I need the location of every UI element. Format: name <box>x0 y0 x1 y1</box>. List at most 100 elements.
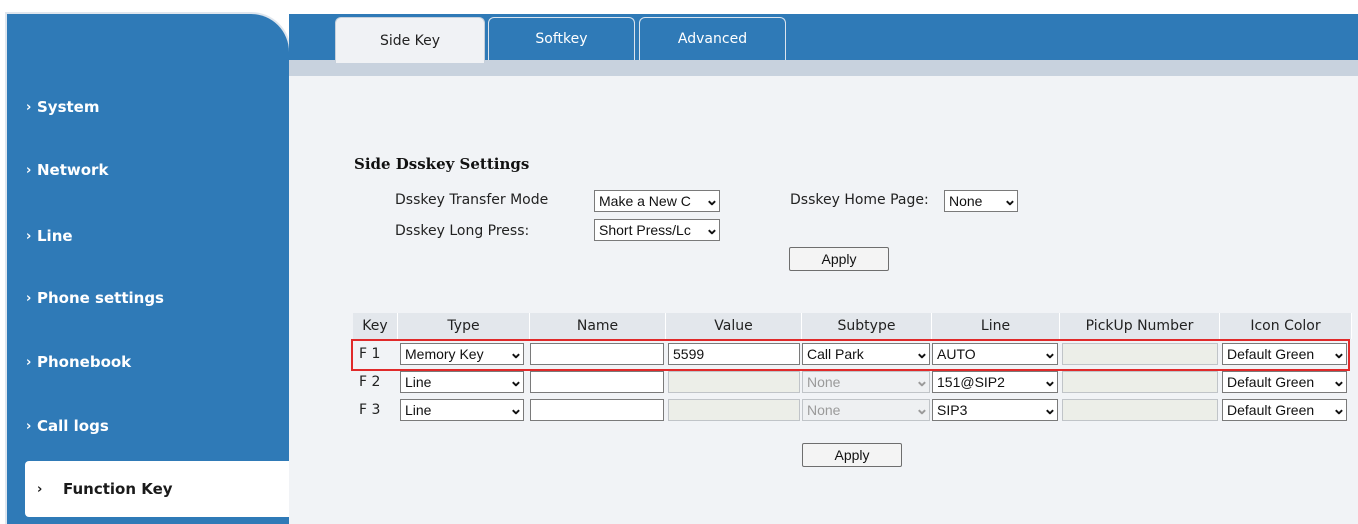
type-value: Line <box>405 374 432 390</box>
tab-softkey[interactable]: Softkey <box>488 17 635 60</box>
chevron-right-icon: › <box>26 418 32 434</box>
home-page-value: None <box>949 193 983 209</box>
header-value: Value <box>666 313 802 339</box>
long-press-label: Dsskey Long Press: <box>395 223 530 239</box>
sidebar-item-label: System <box>37 98 100 116</box>
name-input[interactable] <box>530 371 664 393</box>
chevron-down-icon: ⌄ <box>915 345 929 362</box>
header-key: Key <box>353 313 398 339</box>
chevron-down-icon: ⌄ <box>1003 192 1017 209</box>
type-value: Memory Key <box>405 346 484 362</box>
icon-color-value: Default Green <box>1227 402 1315 418</box>
line-value: AUTO <box>937 346 976 362</box>
line-value: 151@SIP2 <box>937 374 1005 390</box>
home-page-label: Dsskey Home Page: <box>790 192 929 208</box>
key-cell: F 1 <box>359 346 381 362</box>
type-select[interactable]: Line ⌄ <box>400 371 524 393</box>
transfer-mode-label: Dsskey Transfer Mode <box>395 192 549 208</box>
icon-color-select[interactable]: Default Green ⌄ <box>1222 343 1347 365</box>
chevron-down-icon: ⌄ <box>509 373 523 390</box>
section-title: Side Dsskey Settings <box>354 155 530 173</box>
chevron-right-icon: › <box>26 99 32 115</box>
sidebar: › System › Network › Line › Phone settin… <box>7 14 289 524</box>
phone-web-ui: › System › Network › Line › Phone settin… <box>0 0 1358 524</box>
subtype-value: None <box>807 374 841 390</box>
chevron-down-icon: ⌄ <box>915 373 929 390</box>
chevron-down-icon: ⌄ <box>915 401 929 418</box>
sidebar-item-label: Function Key <box>63 480 173 498</box>
type-select[interactable]: Line ⌄ <box>400 399 524 421</box>
settings-apply-button[interactable]: Apply <box>789 247 889 271</box>
header-type: Type <box>398 313 530 339</box>
sidebar-item-label: Line <box>37 227 73 245</box>
pickup-number-input[interactable] <box>1062 371 1218 393</box>
sidebar-item-label: Network <box>37 161 109 179</box>
pickup-number-input[interactable] <box>1062 343 1218 365</box>
transfer-mode-select[interactable]: Make a New C ⌄ <box>594 190 720 212</box>
chevron-down-icon: ⌄ <box>1332 345 1346 362</box>
subtype-select[interactable]: None ⌄ <box>802 371 930 393</box>
line-value: SIP3 <box>937 402 968 418</box>
home-page-select[interactable]: None ⌄ <box>944 190 1018 212</box>
line-select[interactable]: AUTO ⌄ <box>932 343 1058 365</box>
pickup-number-input[interactable] <box>1062 399 1218 421</box>
header-line: Line <box>932 313 1060 339</box>
type-value: Line <box>405 402 432 418</box>
icon-color-select[interactable]: Default Green ⌄ <box>1222 399 1347 421</box>
long-press-value: Short Press/Lc <box>599 222 691 238</box>
header-subtype: Subtype <box>802 313 932 339</box>
chevron-down-icon: ⌄ <box>1332 373 1346 390</box>
chevron-down-icon: ⌄ <box>1043 401 1057 418</box>
chevron-down-icon: ⌄ <box>705 192 719 209</box>
sidebar-item-network[interactable]: › Network <box>7 150 257 190</box>
icon-color-value: Default Green <box>1227 346 1315 362</box>
chevron-right-icon: › <box>26 354 32 370</box>
subtype-select[interactable]: None ⌄ <box>802 399 930 421</box>
sidebar-item-line[interactable]: › Line <box>7 216 257 256</box>
value-input[interactable] <box>668 371 800 393</box>
chevron-right-icon: › <box>26 162 32 178</box>
line-select[interactable]: SIP3 ⌄ <box>932 399 1058 421</box>
header-name: Name <box>530 313 666 339</box>
chevron-down-icon: ⌄ <box>1043 345 1057 362</box>
type-select[interactable]: Memory Key ⌄ <box>400 343 524 365</box>
name-input[interactable] <box>530 399 664 421</box>
tab-side-key[interactable]: Side Key <box>335 17 485 63</box>
chevron-down-icon: ⌄ <box>705 221 719 238</box>
icon-color-value: Default Green <box>1227 374 1315 390</box>
chevron-down-icon: ⌄ <box>1332 401 1346 418</box>
name-input[interactable] <box>530 343 664 365</box>
key-cell: F 2 <box>359 374 381 390</box>
table-row: F 1 Memory Key ⌄ 5599 Call Park ⌄ AUTO ⌄… <box>353 341 1349 367</box>
value-input[interactable] <box>668 399 800 421</box>
table-row: F 2 Line ⌄ None ⌄ 151@SIP2 ⌄ Default Gre… <box>353 369 1349 395</box>
sidebar-item-label: Phone settings <box>37 289 164 307</box>
sidebar-item-phone-settings[interactable]: › Phone settings <box>7 278 257 318</box>
sidebar-item-call-logs[interactable]: › Call logs <box>7 406 257 446</box>
line-select[interactable]: 151@SIP2 ⌄ <box>932 371 1058 393</box>
subtype-value: Call Park <box>807 346 864 362</box>
value-input[interactable]: 5599 <box>668 343 800 365</box>
icon-color-select[interactable]: Default Green ⌄ <box>1222 371 1347 393</box>
sidebar-item-function-key[interactable]: › Function Key <box>25 461 289 517</box>
chevron-down-icon: ⌄ <box>509 401 523 418</box>
sidebar-item-system[interactable]: › System <box>7 87 257 127</box>
chevron-right-icon: › <box>37 481 43 497</box>
header-icon-color: Icon Color <box>1220 313 1352 339</box>
sidebar-item-phonebook[interactable]: › Phonebook <box>7 342 257 382</box>
table-apply-button[interactable]: Apply <box>802 443 902 467</box>
transfer-mode-value: Make a New C <box>599 193 691 209</box>
long-press-select[interactable]: Short Press/Lc ⌄ <box>594 219 720 241</box>
subtype-value: None <box>807 402 841 418</box>
chevron-right-icon: › <box>26 290 32 306</box>
sidebar-item-label: Call logs <box>37 417 109 435</box>
tab-advanced[interactable]: Advanced <box>639 17 786 60</box>
header-pickup-number: PickUp Number <box>1060 313 1220 339</box>
chevron-down-icon: ⌄ <box>509 345 523 362</box>
sidebar-item-label: Phonebook <box>37 353 132 371</box>
subtype-select[interactable]: Call Park ⌄ <box>802 343 930 365</box>
key-cell: F 3 <box>359 402 381 418</box>
table-row: F 3 Line ⌄ None ⌄ SIP3 ⌄ Default Green ⌄ <box>353 397 1349 423</box>
chevron-right-icon: › <box>26 228 32 244</box>
chevron-down-icon: ⌄ <box>1043 373 1057 390</box>
